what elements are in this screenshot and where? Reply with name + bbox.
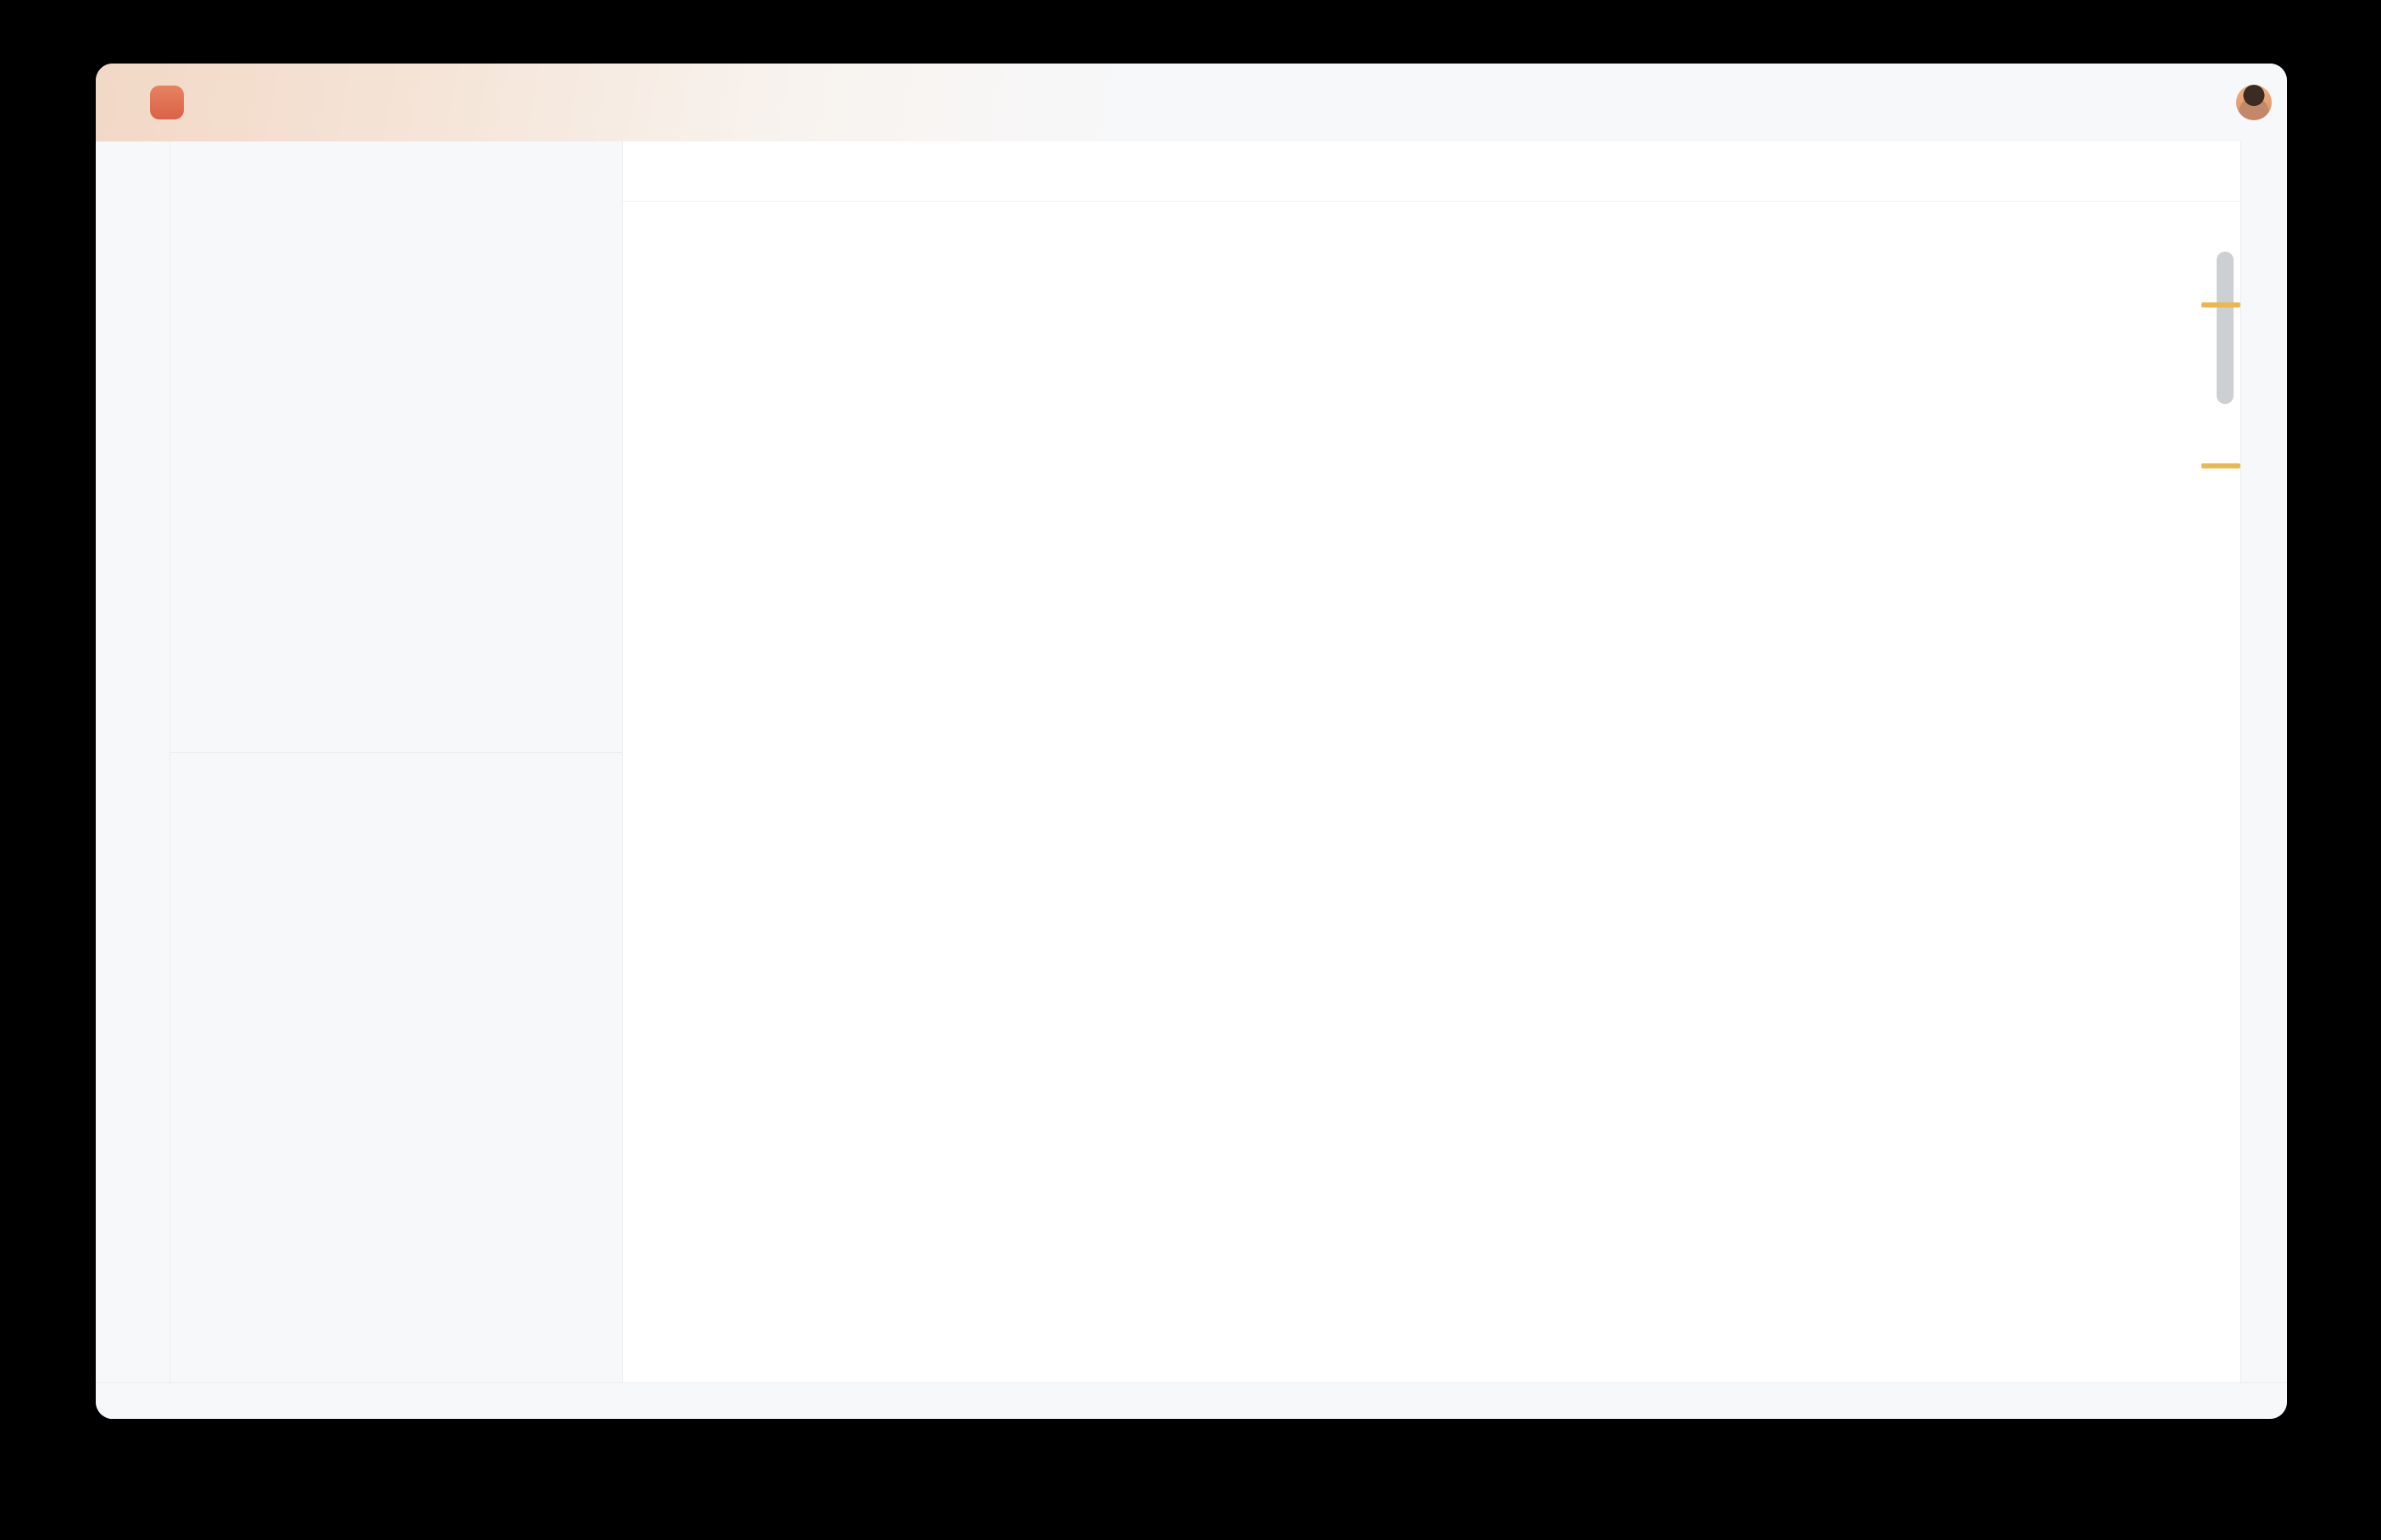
run-button[interactable] (1209, 87, 1240, 118)
chevron-down-icon (203, 93, 221, 112)
code-area[interactable] (623, 201, 2240, 1382)
editor (623, 141, 2240, 1382)
titlebar-actions (2199, 64, 2272, 141)
check-icon (2084, 211, 2108, 235)
vcs-widget[interactable] (255, 93, 279, 112)
left-tool-strip (96, 141, 170, 1382)
app-logo (150, 86, 184, 119)
project-panel (170, 141, 623, 1382)
chevron-down-icon (260, 93, 279, 112)
warning-icon (2037, 211, 2061, 235)
android-icon (1109, 88, 1138, 117)
scrollbar[interactable] (2217, 252, 2234, 404)
warning-stripe[interactable] (2201, 302, 2240, 307)
chevron-down-icon (192, 163, 211, 181)
warning-stripe[interactable] (2201, 463, 2240, 468)
prev-issue-button[interactable] (2132, 212, 2154, 234)
project-widget[interactable] (197, 93, 221, 112)
next-issue-button[interactable] (2166, 212, 2188, 234)
structure-panel (170, 752, 622, 1382)
chevron-down-icon (1043, 93, 1062, 112)
titlebar (96, 64, 2287, 141)
debug-button[interactable] (1275, 87, 1306, 118)
chevron-down-icon (1152, 93, 1170, 112)
ide-window (96, 64, 2287, 1419)
user-avatar[interactable] (2236, 85, 2272, 120)
run-toolbar (996, 64, 1365, 141)
more-actions-button[interactable] (1340, 90, 1365, 115)
tab-bar (623, 141, 2240, 202)
device-icon (996, 87, 1026, 118)
status-bar (96, 1382, 2287, 1419)
right-tool-strip (2240, 141, 2287, 1382)
inspections-widget[interactable] (2022, 204, 2203, 241)
